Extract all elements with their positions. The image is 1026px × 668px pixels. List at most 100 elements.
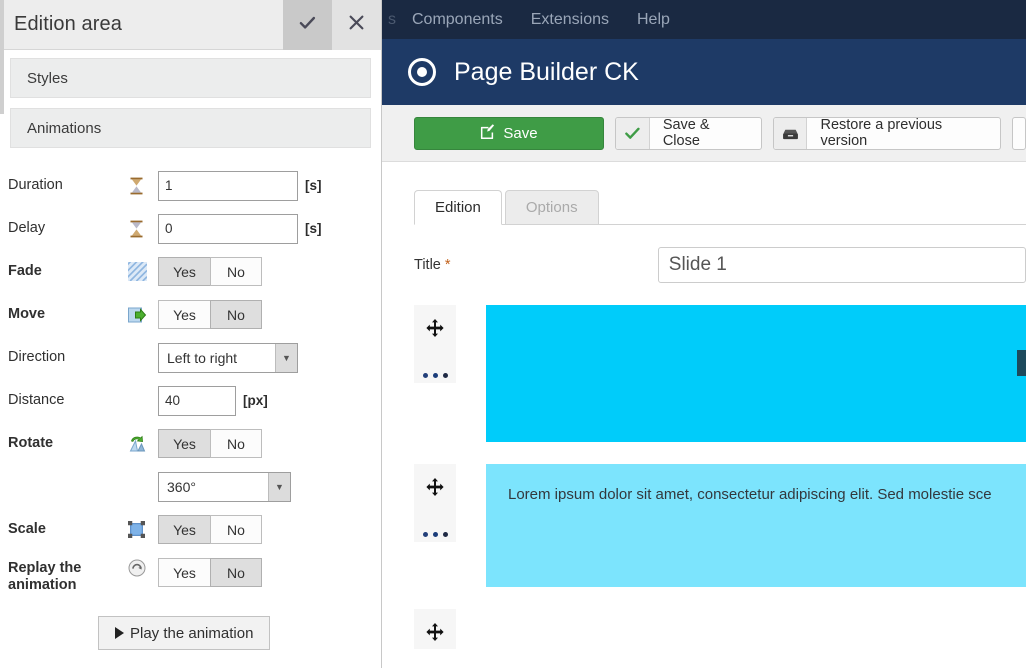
menu-bar: s Components Extensions Help <box>382 0 1026 39</box>
accordion-animations-label: Animations <box>27 119 102 137</box>
move-label: Move <box>8 306 46 322</box>
image-block[interactable] <box>486 305 1026 442</box>
tab-edition[interactable]: Edition <box>414 190 502 225</box>
ellipsis-icon[interactable] <box>420 524 450 542</box>
direction-spacer <box>128 348 158 368</box>
replay-icon <box>128 558 158 578</box>
ellipsis-icon[interactable] <box>420 365 450 383</box>
replay-label-line1: Replay the <box>8 560 82 576</box>
accordion-styles-label: Styles <box>27 69 68 87</box>
rotate-angle-select[interactable]: 360° ▼ <box>158 471 291 502</box>
menu-item-components[interactable]: Components <box>398 11 517 29</box>
fade-toggle[interactable]: Yes No <box>158 257 262 286</box>
window-edge-strip <box>0 0 4 114</box>
check-icon <box>299 14 316 36</box>
check-icon <box>616 117 650 149</box>
duration-input[interactable] <box>158 170 298 201</box>
menu-item-truncated[interactable]: s <box>386 11 398 29</box>
edit-square-icon <box>480 123 495 143</box>
fade-no[interactable]: No <box>210 257 262 286</box>
title-label-text: Title <box>414 257 441 273</box>
rotate-label: Rotate <box>8 435 54 451</box>
field-row-delay: Delay [s] <box>0 207 381 250</box>
tab-options[interactable]: Options <box>504 190 599 225</box>
direction-select[interactable]: Left to right ▼ <box>158 342 298 373</box>
action-toolbar: Save Save & Close Restore a previous ver… <box>382 105 1026 162</box>
scale-no[interactable]: No <box>210 515 262 544</box>
target-circle-icon <box>408 58 436 86</box>
accordion-animations[interactable]: Animations <box>10 108 371 148</box>
animations-form: Duration [s] Delay [s] Fade <box>0 148 381 650</box>
save-button[interactable]: Save <box>414 116 604 150</box>
chevron-down-icon: ▼ <box>275 343 297 372</box>
rotate-angle-icon-spacer <box>128 477 158 497</box>
move-cross-icon <box>425 318 445 343</box>
field-row-move: Move Yes No <box>0 293 381 336</box>
rotate-toggle[interactable]: Yes No <box>158 429 262 458</box>
save-and-close-label: Save & Close <box>662 117 710 149</box>
distance-unit: [px] <box>243 393 268 408</box>
block-drag-handle[interactable] <box>414 464 456 542</box>
block-drag-handle[interactable] <box>414 609 456 649</box>
page-title: Page Builder CK <box>454 57 639 86</box>
replay-toggle[interactable]: Yes No <box>158 558 262 587</box>
toolbar-button-truncated[interactable] <box>1012 116 1026 150</box>
panel-header: Edition area <box>0 0 381 50</box>
archive-box-icon <box>773 117 808 149</box>
restore-version-label: Restore a previous version <box>820 117 943 149</box>
field-row-scale: Scale Yes No <box>0 508 381 551</box>
field-row-rotate: Rotate Yes No <box>0 422 381 465</box>
fade-yes[interactable]: Yes <box>158 257 210 286</box>
field-row-fade: Fade Yes No <box>0 250 381 293</box>
field-row-direction: Direction Left to right ▼ <box>0 336 381 379</box>
rotate-angle-value: 360° <box>167 478 196 495</box>
hourglass-icon <box>128 219 158 239</box>
field-row-distance: Distance [px] <box>0 379 381 422</box>
duration-unit: [s] <box>305 178 322 193</box>
move-cross-icon <box>425 477 445 502</box>
move-no[interactable]: No <box>210 300 262 329</box>
scale-icon <box>128 520 158 540</box>
move-toggle[interactable]: Yes No <box>158 300 262 329</box>
restore-version-button[interactable]: Restore a previous version <box>772 116 1002 150</box>
close-icon <box>349 14 364 36</box>
content-block-empty <box>414 609 1026 649</box>
save-button-label: Save <box>503 124 538 142</box>
block-edge-marker <box>1017 350 1026 376</box>
title-input[interactable] <box>657 247 1026 283</box>
text-block[interactable]: Lorem ipsum dolor sit amet, consectetur … <box>486 464 1026 587</box>
title-label: Title * <box>414 257 658 273</box>
panel-title: Edition area <box>14 13 122 35</box>
rotate-icon <box>128 434 158 454</box>
field-row-replay: Replay the animation Yes No <box>0 551 381 594</box>
scale-toggle[interactable]: Yes No <box>158 515 262 544</box>
scale-yes[interactable]: Yes <box>158 515 210 544</box>
close-button[interactable] <box>332 0 381 50</box>
fade-label: Fade <box>8 263 42 279</box>
play-animation-button[interactable]: Play the animation <box>98 616 271 650</box>
replay-yes[interactable]: Yes <box>158 558 210 587</box>
direction-value: Left to right <box>167 349 238 366</box>
hourglass-icon <box>128 176 158 196</box>
rotate-no[interactable]: No <box>210 429 262 458</box>
move-yes[interactable]: Yes <box>158 300 210 329</box>
distance-input[interactable] <box>158 385 236 416</box>
accordion-styles[interactable]: Styles <box>10 58 371 98</box>
apply-button[interactable] <box>283 0 332 50</box>
scale-label: Scale <box>8 521 46 537</box>
replay-label-line2: animation <box>8 577 77 593</box>
save-and-close-button[interactable]: Save & Close <box>615 116 762 150</box>
delay-input[interactable] <box>158 213 298 244</box>
distance-label: Distance <box>8 392 65 408</box>
menu-item-extensions[interactable]: Extensions <box>517 11 623 29</box>
menu-item-help[interactable]: Help <box>623 11 684 29</box>
rotate-yes[interactable]: Yes <box>158 429 210 458</box>
delay-unit: [s] <box>305 221 322 236</box>
field-row-rotate-angle: 360° ▼ <box>0 465 381 508</box>
block-drag-handle[interactable] <box>414 305 456 383</box>
content-block-text: Lorem ipsum dolor sit amet, consectetur … <box>414 464 1026 587</box>
screen: s Components Extensions Help Page Builde… <box>0 0 1026 668</box>
replay-no[interactable]: No <box>210 558 262 587</box>
text-block-content: Lorem ipsum dolor sit amet, consectetur … <box>508 486 992 503</box>
title-field-row: Title * <box>414 247 1026 283</box>
